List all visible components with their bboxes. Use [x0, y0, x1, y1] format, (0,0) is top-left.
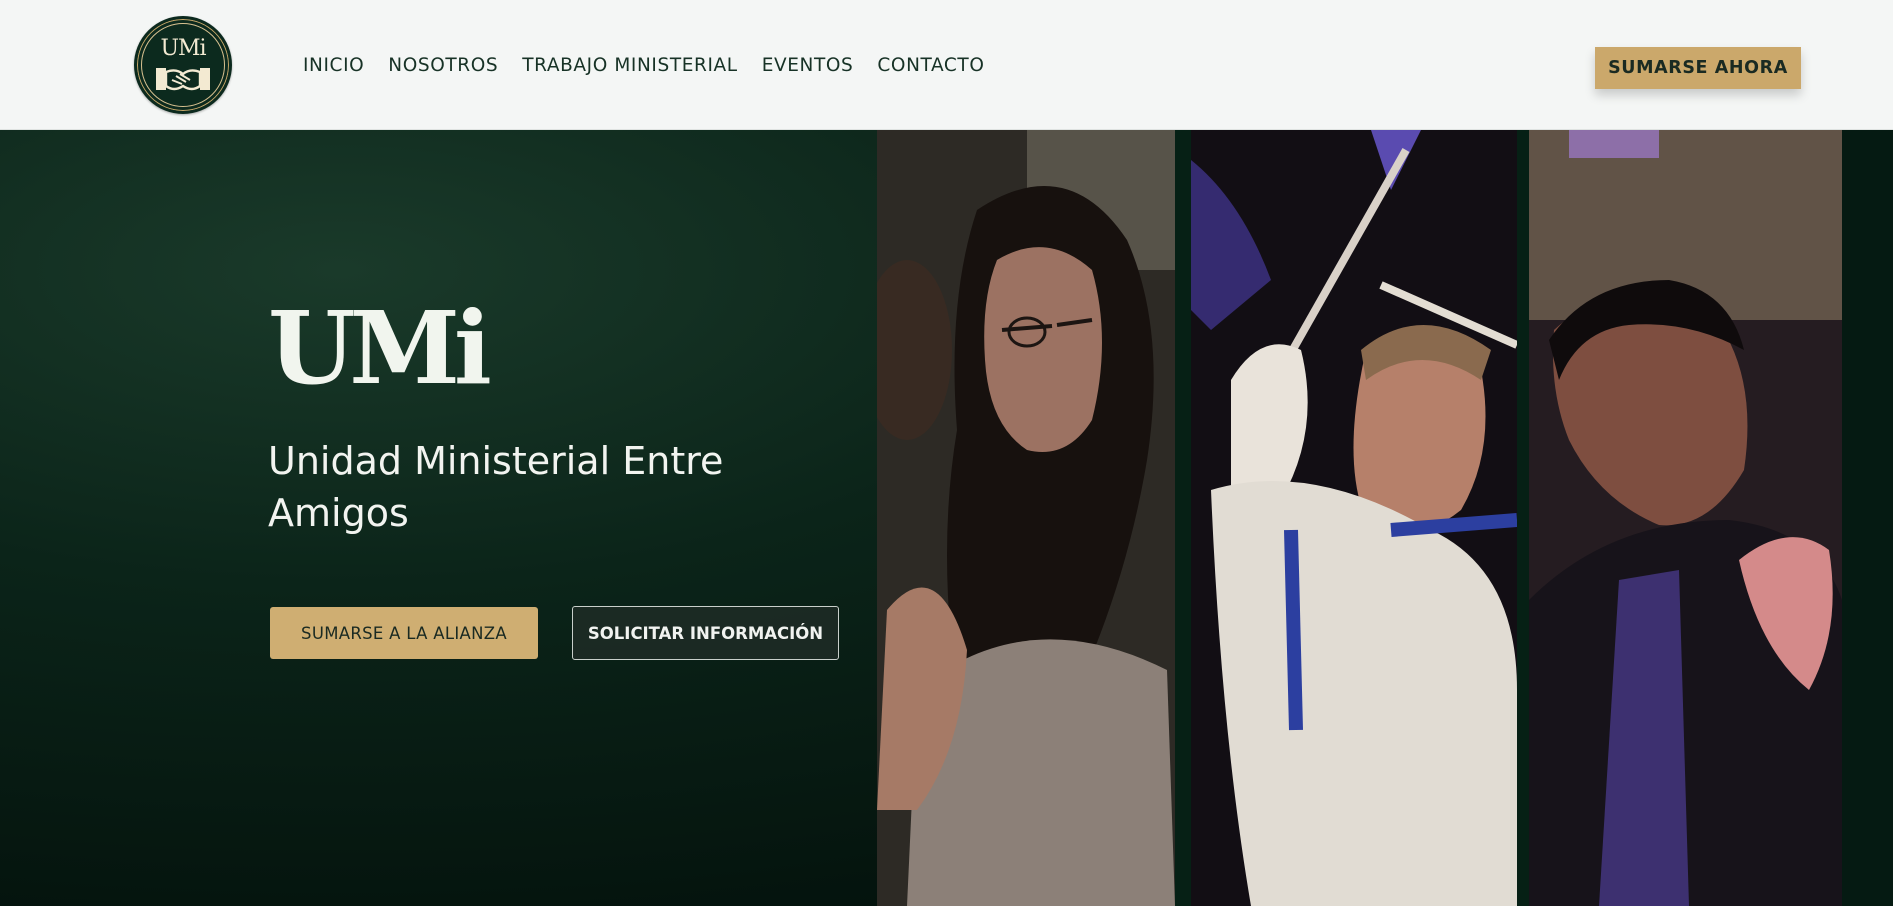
- panel-divider: [1517, 130, 1529, 906]
- main-nav: INICIO NOSOTROS TRABAJO MINISTERIAL EVEN…: [303, 55, 984, 76]
- nav-link-eventos[interactable]: EVENTOS: [762, 55, 854, 76]
- photo-boy-illustration: [1191, 130, 1517, 906]
- photo-woman-praying-illustration: [877, 130, 1175, 906]
- logo[interactable]: UMi: [134, 16, 232, 114]
- site-header: UMi INICIO NOSOTROS TRABAJO MINISTERIAL …: [0, 0, 1893, 130]
- nav-link-nosotros[interactable]: NOSOTROS: [388, 55, 498, 76]
- hero-brand: UMi: [268, 289, 492, 407]
- nav-link-trabajo-ministerial[interactable]: TRABAJO MINISTERIAL: [522, 55, 737, 76]
- hero-subtitle: Unidad Ministerial Entre Amigos: [268, 439, 724, 535]
- join-alliance-button[interactable]: SUMARSE A LA ALIANZA: [270, 607, 538, 659]
- join-now-button[interactable]: SUMARSE AHORA: [1595, 47, 1801, 89]
- panel-divider: [1175, 130, 1191, 906]
- panel-divider: [1842, 130, 1893, 906]
- nav-link-inicio[interactable]: INICIO: [303, 55, 364, 76]
- nav-link-contacto[interactable]: CONTACTO: [877, 55, 984, 76]
- photo-boy-with-flag: [1191, 130, 1517, 906]
- photo-woman-praying: [877, 130, 1175, 906]
- hero-section: UMi Unidad Ministerial Entre Amigos SUMA…: [0, 130, 1893, 906]
- logo-ring: [141, 23, 225, 107]
- photo-man-illustration: [1529, 130, 1842, 906]
- photo-man-praying: [1529, 130, 1842, 906]
- request-info-button[interactable]: SOLICITAR INFORMACIÓN: [572, 606, 839, 660]
